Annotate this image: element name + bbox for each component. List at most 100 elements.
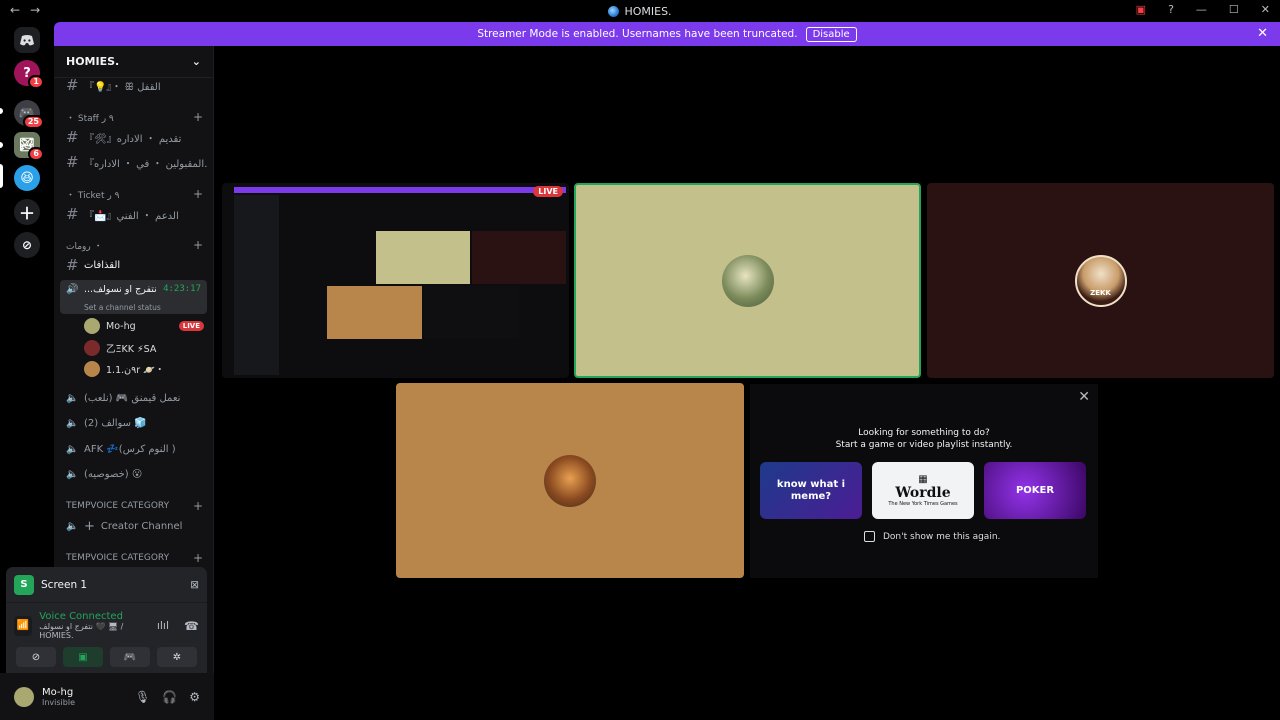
creator-channel[interactable]: 🔈 + Creator Channel (60, 515, 207, 537)
text-channel[interactable]: # 『💡』・ ꕥ القفل (60, 74, 207, 96)
user-tile-zekk[interactable]: ZEKK (927, 183, 1274, 378)
text-channel[interactable]: # القذافات (60, 254, 207, 276)
screen-share-icon[interactable]: ▣ (1136, 3, 1146, 16)
discover-icon[interactable]: ⊘ (14, 232, 40, 258)
help-icon[interactable]: ? (1168, 3, 1174, 16)
server-icon-homies[interactable]: 😆 (14, 165, 40, 191)
activity-card-poker[interactable]: POKER (984, 462, 1086, 519)
voice-channel[interactable]: 🔈 AFK 💤(النوم كرس ) (60, 438, 207, 460)
server-icon-avatar[interactable]: 🎮 25 (14, 100, 44, 129)
close-icon[interactable]: ✕ (1078, 389, 1090, 405)
text-channel[interactable]: # 『🛠』تقديم ・ الاداره (60, 126, 207, 148)
avatar (84, 361, 100, 377)
speaker-icon: 🔈 (66, 392, 79, 404)
microphone-icon[interactable]: 🎙 (135, 690, 150, 704)
back-arrow-icon[interactable]: ← (10, 3, 20, 17)
title-bar: ← → HOMIES. ▣ ? — ☐ ✕ (0, 0, 1280, 22)
minimize-icon[interactable]: — (1196, 3, 1207, 16)
chevron-down-icon: ⌄ (191, 55, 201, 68)
stream-preview-tile (376, 231, 470, 284)
voice-connection: 📶 Voice Connected نتفرج او نسولف 🖤 🖥 / H… (6, 603, 207, 640)
category-tempvoice[interactable]: TEMPVOICE CATEGORY + (60, 550, 207, 566)
unread-pill (0, 142, 3, 148)
hash-icon: # (66, 76, 79, 94)
streamer-mode-banner: Streamer Mode is enabled. Usernames have… (54, 22, 1280, 46)
server-icon-question[interactable]: ? 1 (14, 60, 44, 89)
voice-channel[interactable]: 🔈 (خصوصيه) 😮 (60, 463, 207, 485)
add-channel-icon[interactable]: + (193, 551, 207, 565)
stream-preview-tile (424, 286, 519, 339)
mention-badge: 6 (28, 147, 44, 161)
headphones-icon[interactable]: 🎧 (162, 690, 177, 704)
close-icon[interactable]: ✕ (1257, 26, 1268, 41)
user-bar: Mo-hg Invisible 🎙 🎧 ⚙ (0, 673, 214, 720)
hash-icon: # (66, 256, 79, 274)
stream-preview-tile (327, 286, 422, 339)
avatar (84, 340, 100, 356)
text-channel[interactable]: # 『📩』الدعم ・ الفني (60, 203, 207, 225)
add-channel-icon[interactable]: + (193, 499, 207, 513)
hash-icon: # (66, 128, 79, 146)
screen-share-button[interactable]: ▣ (63, 647, 103, 667)
stream-preview-banner (234, 187, 566, 193)
voice-user[interactable]: 乙ΞKK ⚡SA (84, 339, 156, 357)
live-badge: LIVE (533, 186, 563, 197)
activities-button[interactable]: 🎮 (110, 647, 150, 667)
activity-card-meme[interactable]: know what i meme? (760, 462, 862, 519)
user-tile-mohg[interactable] (574, 183, 921, 378)
stream-tile[interactable]: LIVE (222, 183, 569, 378)
history-nav: ← → (10, 3, 40, 17)
stop-stream-icon[interactable]: ⊠ (190, 579, 199, 591)
activity-suggestion: ✕ Looking for something to do? Start a g… (750, 384, 1098, 578)
disconnect-icon[interactable]: ☎ (184, 619, 199, 633)
hash-icon: # (66, 205, 79, 223)
close-icon[interactable]: ✕ (1261, 3, 1270, 16)
plus-icon: + (84, 518, 95, 534)
window-title: HOMIES. (608, 5, 672, 18)
gear-icon[interactable]: ⚙ (189, 690, 200, 704)
checkbox-icon[interactable] (864, 531, 875, 542)
avatar (721, 254, 774, 307)
speaker-icon: 🔈 (66, 520, 79, 532)
grid-icon: ▦ (918, 474, 928, 485)
dont-show-checkbox[interactable]: Don't show me this again. (864, 531, 1000, 542)
add-channel-icon[interactable]: + (193, 238, 207, 252)
camera-off-button[interactable]: ⊘ (16, 647, 56, 667)
discord-home-icon[interactable] (14, 27, 40, 53)
avatar[interactable] (14, 686, 34, 707)
add-channel-icon[interactable]: + (193, 110, 207, 124)
voice-channel[interactable]: 🔈 (2) سوالف 🧊 (60, 412, 207, 434)
text-channel[interactable]: #『المقبولين ・ في ・ الاداره… (60, 151, 207, 173)
server-icon-photo[interactable]: 🏞 6 (14, 132, 44, 161)
voice-actions: ⊘ ▣ 🎮 ✲ (6, 640, 207, 674)
category-ticket[interactable]: ・ Ticket ٩ ر + (60, 186, 207, 202)
add-channel-icon[interactable]: + (193, 187, 207, 201)
activity-card-wordle[interactable]: ▦ Wordle The New York Times Games (872, 462, 974, 519)
maximize-icon[interactable]: ☐ (1229, 3, 1239, 16)
avatar (84, 318, 100, 334)
stream-preview-sidebar (234, 195, 279, 375)
category-rooms[interactable]: رومات ・ + (60, 237, 207, 253)
disable-streamer-button[interactable]: Disable (805, 26, 857, 42)
voice-user[interactable]: ٩ن.1.1r 🪐・ (84, 360, 164, 378)
category-tempvoice[interactable]: TEMPVOICE CATEGORY + (60, 498, 207, 514)
noise-suppression-icon[interactable]: ılıl (157, 619, 169, 632)
banner-text: Streamer Mode is enabled. Usernames have… (477, 28, 798, 40)
speaker-icon: 🔈 (66, 417, 79, 429)
selected-pill (0, 164, 3, 188)
voice-channel-active[interactable]: 🔊 ...نتفرج او نسولف 4:23:17 Set a channe… (60, 280, 207, 314)
user-tile-third[interactable] (396, 383, 744, 578)
add-server-icon[interactable]: ＋ (14, 199, 40, 225)
mention-badge: 25 (22, 115, 44, 129)
voice-user[interactable]: Mo-hg LIVE (84, 317, 204, 335)
soundboard-button[interactable]: ✲ (157, 647, 197, 667)
forward-arrow-icon[interactable]: → (30, 3, 40, 17)
screen-share-row: S Screen 1 ⊠ (6, 567, 207, 603)
speaker-icon: 🔊 (66, 284, 79, 295)
voice-timer: 4:23:17 (163, 284, 201, 294)
channel-status[interactable]: Set a channel status (66, 303, 207, 312)
speaker-icon: 🔈 (66, 443, 79, 455)
voice-channel[interactable]: 🔈 نعمل قيمنق 🎮 (نلعب) (60, 387, 207, 409)
avatar (544, 454, 596, 507)
category-staff[interactable]: ・ Staff ٩ ر + (60, 109, 207, 125)
